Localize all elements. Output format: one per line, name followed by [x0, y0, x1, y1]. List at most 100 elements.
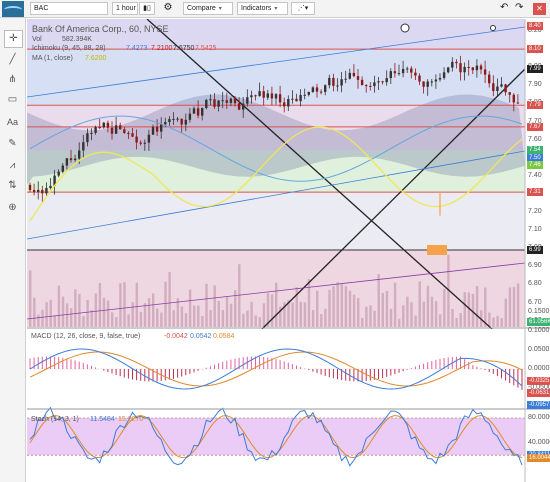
volume-bar — [78, 294, 81, 327]
candle-body — [147, 134, 151, 143]
indicators-button[interactable]: Indicators ▾ — [237, 2, 288, 15]
candle-body — [61, 165, 64, 172]
candle-body — [254, 95, 257, 97]
macd-tick-label: 0.1500 — [528, 308, 550, 315]
stoch-tick-label: 80.0000 — [528, 414, 550, 421]
volume-bar — [41, 309, 44, 327]
macd-value-3: 0.0584 — [213, 333, 235, 340]
crosshair-icon[interactable]: ✛ — [4, 30, 23, 48]
stoch-value-2: 15.2270 — [118, 416, 144, 423]
candle-body — [451, 61, 454, 68]
price-marker — [427, 245, 447, 255]
drawing-tools-icon[interactable]: ⋰▾ — [291, 2, 315, 15]
volume-bar — [451, 308, 454, 327]
candle-body — [221, 100, 224, 102]
candle-body — [422, 81, 425, 87]
volume-bar — [242, 313, 245, 327]
candle-body — [143, 142, 146, 144]
candle-body — [160, 124, 163, 132]
pitchfork-icon[interactable]: ⋔ — [4, 72, 21, 88]
volume-bar — [406, 296, 409, 327]
measure-icon[interactable]: ⇅ — [4, 178, 21, 194]
logo-icon[interactable] — [2, 1, 24, 17]
trend-line-icon[interactable]: ╱ — [4, 52, 21, 68]
volume-bar — [373, 310, 376, 327]
rectangle-icon[interactable]: ▭ — [4, 92, 21, 108]
volume-bar — [303, 302, 307, 327]
candle-body — [270, 93, 274, 99]
volume-bar — [168, 272, 171, 327]
volume-bar — [348, 290, 352, 327]
candle-body — [184, 119, 187, 125]
candle-body — [377, 81, 380, 83]
compare-label: Compare — [187, 5, 216, 12]
volume-bar — [430, 296, 434, 327]
volume-bar — [418, 281, 421, 327]
candle-body — [57, 171, 60, 176]
volume-bar — [340, 283, 343, 327]
brush-icon[interactable]: ✎ — [4, 136, 21, 152]
volume-bar — [86, 300, 89, 327]
candle-body — [442, 72, 446, 78]
zoom-icon[interactable]: ⊕ — [4, 200, 21, 216]
price-badge: 8.10 — [527, 45, 543, 54]
candle-body — [508, 92, 511, 95]
chevron-down-icon: ▾ — [274, 6, 278, 12]
volume-bar — [37, 314, 40, 327]
candle-body — [488, 74, 491, 84]
candle-body — [278, 94, 282, 103]
text-icon[interactable]: Aa — [4, 114, 21, 130]
candle-body — [246, 97, 249, 104]
symbol-input[interactable]: BAC — [30, 2, 108, 15]
macd-tick-label: 0.0000 — [528, 365, 550, 372]
volume-bar — [496, 315, 499, 327]
volume-bar — [324, 308, 327, 327]
candle-body — [340, 79, 343, 86]
candle-body — [406, 68, 409, 70]
candle-body — [365, 85, 368, 87]
drawing-toolbar: ✛ ╱ ⋔ ▭ Aa ✎ ⩘ ⇅ ⊕ — [0, 18, 26, 482]
volume-bar — [291, 302, 294, 327]
price-badge: 7.99 — [527, 65, 543, 73]
volume-bar — [434, 301, 438, 327]
chevron-down-icon: ▾ — [218, 6, 222, 12]
candle-body — [274, 94, 278, 99]
price-chart[interactable] — [27, 19, 550, 482]
candle-body — [287, 99, 290, 107]
compare-button[interactable]: Compare ▾ — [183, 2, 233, 15]
pattern-icon[interactable]: ⩘ — [4, 158, 21, 174]
candle-body — [209, 99, 212, 101]
close-icon[interactable]: ✕ — [533, 3, 546, 15]
undo-icon[interactable]: ↶ — [497, 2, 511, 15]
candle-body — [393, 71, 397, 74]
price-badge: 61.056K — [527, 318, 550, 326]
candle-body — [250, 95, 253, 98]
redo-icon[interactable]: ↷ — [512, 2, 526, 15]
candle-body — [295, 98, 298, 102]
volume-bar — [201, 315, 204, 327]
candle-body — [319, 91, 323, 93]
settings-icon[interactable]: ⚙ — [160, 2, 176, 15]
volume-bar — [217, 301, 220, 327]
candle-body — [283, 102, 286, 107]
volume-bar — [361, 318, 364, 327]
candle-body — [98, 126, 101, 128]
volume-bar — [152, 293, 155, 327]
price-tick-label: 6.80 — [528, 280, 542, 288]
volume-bar — [131, 302, 134, 327]
volume-bar — [143, 303, 147, 327]
interval-select[interactable]: 1 hour — [112, 2, 138, 15]
candle-body — [233, 98, 237, 104]
candle-body — [78, 150, 81, 159]
volume-bar — [320, 313, 323, 327]
volume-bar — [439, 314, 442, 327]
price-tick-label: 7.40 — [528, 171, 542, 179]
candle-body — [258, 91, 261, 97]
candle-body — [123, 129, 126, 133]
chart-type-icon[interactable]: ▮▯ — [139, 2, 155, 15]
main-pane — [27, 19, 526, 330]
ichimoku-value-3: 7.6750 — [173, 45, 195, 52]
candle-body — [311, 87, 315, 92]
candle-body — [110, 127, 114, 134]
volume-bar — [225, 296, 229, 327]
